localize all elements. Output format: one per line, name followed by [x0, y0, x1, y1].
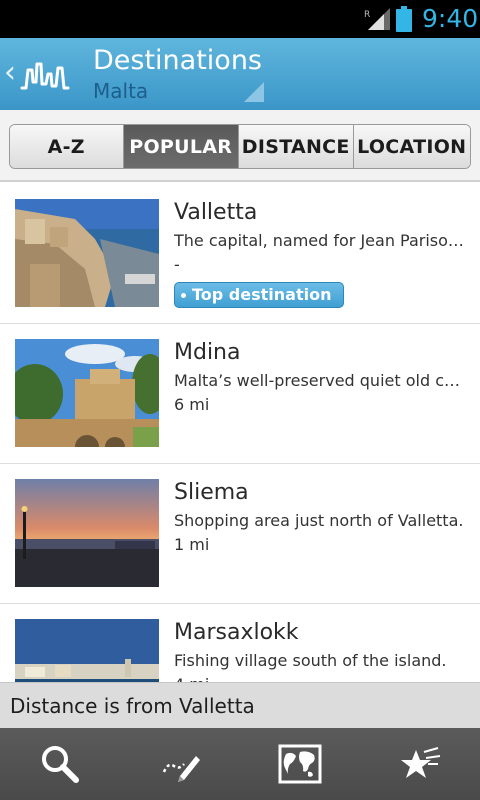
destination-name: Mdina: [174, 340, 241, 365]
sliema-photo: [15, 479, 159, 587]
list-item[interactable]: Sliema Shopping area just north of Valle…: [0, 464, 480, 604]
sort-tabs: A-Z POPULAR DISTANCE LOCATION: [9, 124, 471, 169]
destination-description: Shopping area just north of Valletta.: [174, 511, 464, 530]
list-item[interactable]: Valletta The capital, named for Jean Par…: [0, 184, 480, 324]
list-item[interactable]: Mdina Malta’s well-preserved quiet old c…: [0, 324, 480, 464]
destination-description: The capital, named for Jean Pariso…: [174, 231, 464, 250]
bullet-icon: [181, 292, 186, 298]
search-button[interactable]: [0, 728, 120, 800]
destination-distance: -: [174, 255, 180, 274]
itinerary-button[interactable]: [120, 728, 240, 800]
distance-note: Distance is from Valletta: [0, 682, 480, 728]
destination-name: Valletta: [174, 200, 258, 225]
destination-distance: 4 mi: [174, 674, 209, 682]
tab-a-z[interactable]: A-Z: [10, 125, 124, 168]
marsaxlokk-photo: [15, 619, 159, 682]
city-skyline-logo-icon[interactable]: [20, 56, 70, 92]
world-map-icon: [278, 744, 322, 784]
back-chevron-icon[interactable]: ‹: [4, 58, 16, 88]
tab-distance[interactable]: DISTANCE: [239, 125, 354, 168]
itinerary-pencil-icon: [162, 756, 200, 782]
list-item[interactable]: Marsaxlokk Fishing village south of the …: [0, 604, 480, 682]
svg-text:R: R: [364, 10, 370, 20]
battery-icon: [396, 6, 412, 32]
destination-list: Valletta The capital, named for Jean Par…: [0, 184, 480, 682]
clock: 9:40: [422, 4, 479, 33]
spinner-corner-icon[interactable]: [244, 82, 264, 102]
destination-distance: 6 mi: [174, 395, 210, 414]
badge-label: Top destination: [192, 285, 332, 304]
destination-name: Marsaxlokk: [174, 620, 299, 645]
status-bar: R 9:40: [0, 0, 480, 38]
valletta-photo: [15, 199, 159, 307]
signal-roaming-icon: R: [364, 8, 390, 30]
distance-note-text: Distance is from Valletta: [10, 694, 255, 718]
favorites-star-icon: [401, 747, 441, 778]
top-destination-badge: Top destination: [174, 282, 345, 308]
favorites-button[interactable]: [360, 728, 480, 800]
map-button[interactable]: [240, 728, 360, 800]
mdina-photo: [15, 339, 159, 447]
region-spinner[interactable]: Malta: [93, 78, 148, 104]
destination-description: Malta’s well-preserved quiet old ca…: [174, 371, 466, 390]
tab-location[interactable]: LOCATION: [353, 125, 470, 168]
tab-strip: A-Z POPULAR DISTANCE LOCATION: [0, 110, 480, 182]
bottom-toolbar: [0, 728, 480, 800]
destination-distance: 1 mi: [174, 535, 210, 554]
action-bar: ‹ Destinations Malta: [0, 38, 480, 110]
page-title: Destinations: [93, 45, 263, 76]
search-icon: [42, 746, 79, 783]
destination-name: Sliema: [174, 480, 249, 505]
destination-description: Fishing village south of the island.: [174, 651, 447, 670]
tab-popular[interactable]: POPULAR: [123, 125, 239, 168]
